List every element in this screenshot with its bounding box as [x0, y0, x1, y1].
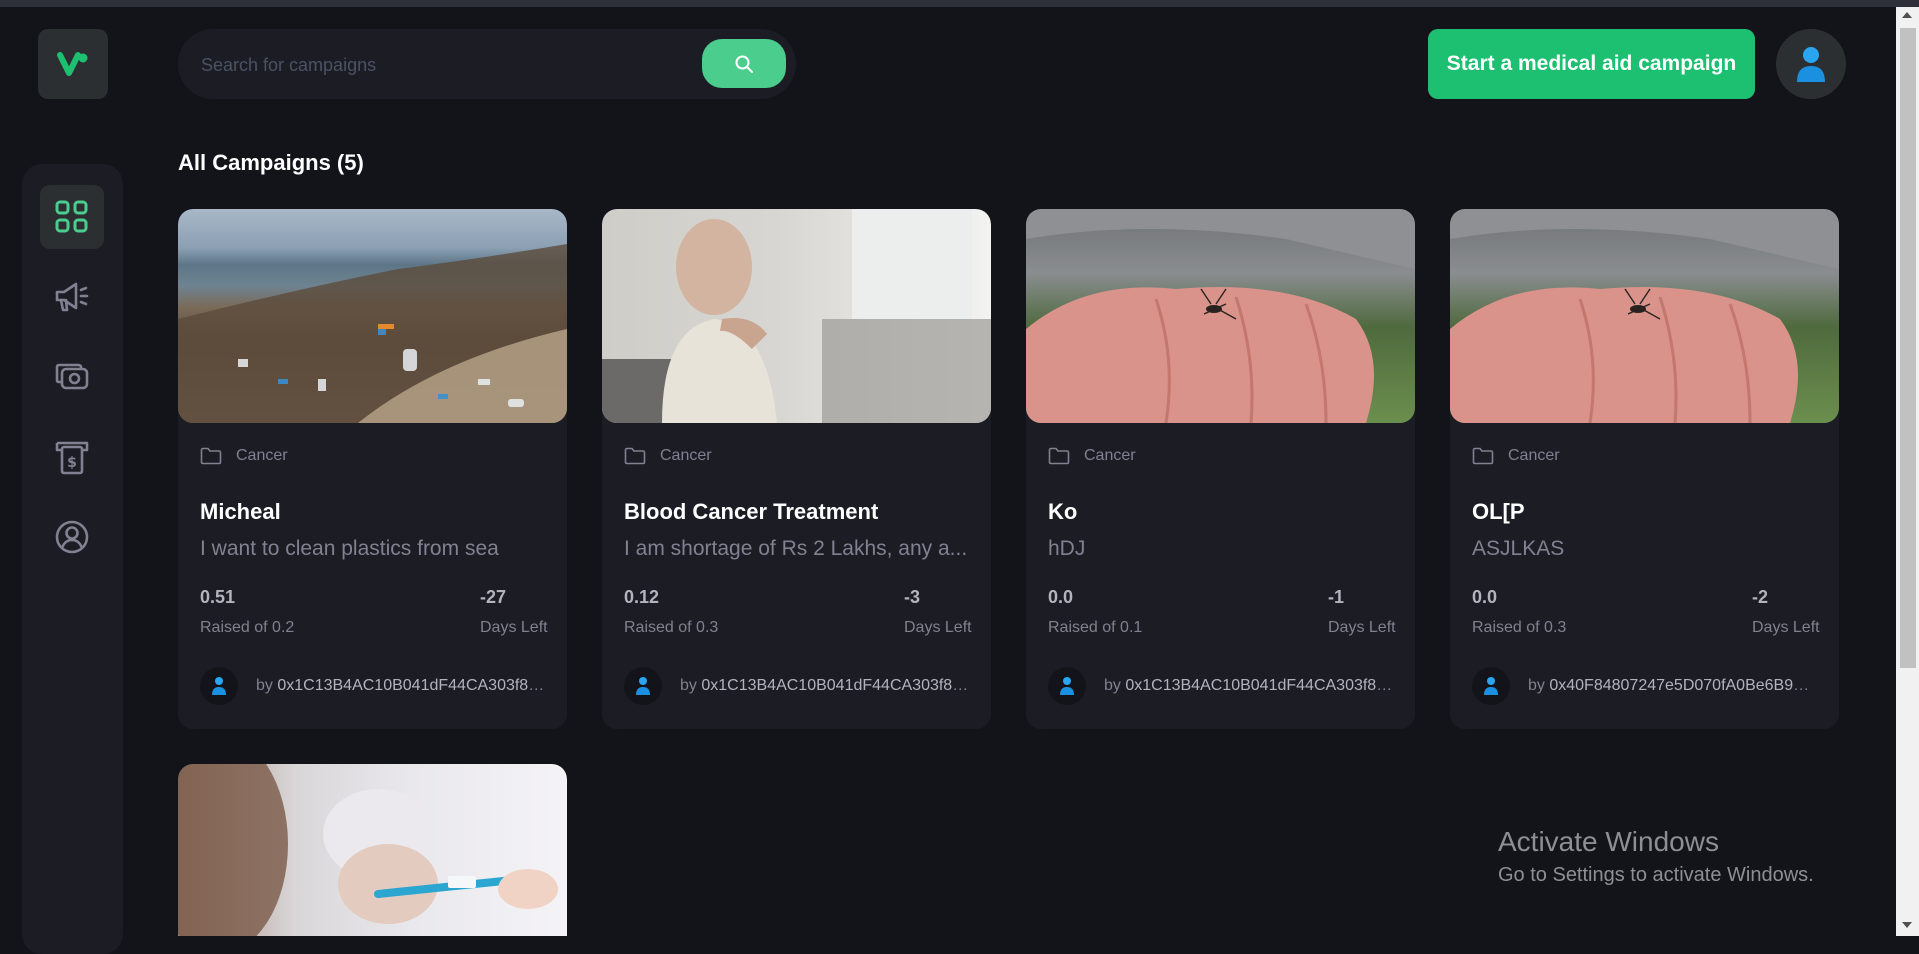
amount-raised: 0.0 [1472, 587, 1498, 607]
sidebar-item-withdraw[interactable]: $ [40, 425, 104, 489]
campaign-image [178, 764, 567, 936]
by-label: by [256, 677, 273, 694]
days-left-label: Days Left [904, 619, 972, 636]
svg-text:$: $ [67, 455, 77, 471]
days-left-label: Days Left [1752, 619, 1820, 636]
target-label: Raised of 0.1 [1048, 619, 1143, 636]
folder-icon [1472, 447, 1494, 465]
days-left-value: -1 [1328, 587, 1345, 607]
owner-address-value: 0x1C13B4AC10B041dF44CA303f83... [277, 677, 546, 694]
campaign-card[interactable]: Cancer OL[P ASJLKAS 0.0 Raised of 0.3 -2… [1450, 209, 1839, 729]
campaign-title: Blood Cancer Treatment [624, 499, 879, 524]
start-campaign-button[interactable]: Start a medical aid campaign [1428, 29, 1755, 99]
sidebar-item-dashboard[interactable] [40, 185, 104, 249]
user-icon [1797, 47, 1825, 82]
owner-address-value: 0x40F84807247e5D070fA0Be6B91D... [1549, 677, 1818, 694]
campaign-card[interactable]: Cancer Micheal I want to clean plastics … [178, 209, 567, 729]
folder-icon [1048, 447, 1070, 465]
campaign-description: I am shortage of Rs 2 Lakhs, any a... [624, 537, 968, 560]
category-label: Cancer [236, 447, 288, 464]
sidebar-item-payment[interactable] [40, 345, 104, 409]
by-label: by [1104, 677, 1121, 694]
category-row: Cancer [1472, 447, 1560, 465]
scroll-down-arrow-icon[interactable] [1902, 922, 1912, 928]
campaign-icon [55, 282, 89, 312]
search-input[interactable] [199, 29, 673, 101]
owner-address: by 0x1C13B4AC10B041dF44CA303f83... [256, 677, 546, 695]
category-label: Cancer [1508, 447, 1560, 464]
search-bar [178, 29, 796, 101]
campaign-title: Micheal [200, 499, 281, 524]
sidebar: $ [22, 164, 123, 954]
dashboard-icon [55, 200, 88, 233]
folder-icon [200, 447, 222, 465]
search-button[interactable] [702, 39, 786, 88]
campaign-title: Ko [1048, 499, 1078, 524]
amount-raised: 0.12 [624, 587, 660, 607]
owner-address-value: 0x1C13B4AC10B041dF44CA303f83... [701, 677, 970, 694]
scrollbar-thumb[interactable] [1900, 28, 1916, 668]
category-label: Cancer [660, 447, 712, 464]
owner-avatar [624, 667, 662, 705]
user-avatar-button[interactable] [1776, 29, 1846, 99]
sidebar-item-profile[interactable] [40, 505, 104, 569]
category-label: Cancer [1084, 447, 1136, 464]
owner-avatar [1472, 667, 1510, 705]
days-left-label: Days Left [480, 619, 548, 636]
campaign-image [178, 209, 567, 423]
by-label: by [1528, 677, 1545, 694]
amount-raised: 0.51 [200, 587, 236, 607]
days-left-value: -27 [480, 587, 507, 607]
sidebar-item-campaign[interactable] [40, 265, 104, 329]
user-icon [636, 677, 650, 695]
user-icon [212, 677, 226, 695]
owner-address: by 0x40F84807247e5D070fA0Be6B91D... [1528, 677, 1818, 695]
withdraw-icon: $ [55, 441, 89, 475]
section-title: All Campaigns (5) [178, 150, 364, 175]
by-label: by [680, 677, 697, 694]
watermark-title: Activate Windows [1498, 826, 1719, 857]
campaign-title: OL[P [1472, 499, 1525, 524]
target-label: Raised of 0.2 [200, 619, 295, 636]
days-left-value: -3 [904, 587, 921, 607]
campaign-description: I want to clean plastics from sea [200, 537, 499, 560]
search-icon [735, 55, 753, 73]
campaign-card[interactable]: Cancer Ko hDJ 0.0 Raised of 0.1 -1 Days … [1026, 209, 1415, 729]
campaign-card[interactable]: Cancer Blood Cancer Treatment I am short… [602, 209, 991, 729]
user-icon [1484, 677, 1498, 695]
window-top-edge [0, 0, 1919, 7]
owner-avatar [1048, 667, 1086, 705]
days-left-label: Days Left [1328, 619, 1396, 636]
days-left-value: -2 [1752, 587, 1769, 607]
app-logo[interactable] [38, 29, 108, 99]
owner-address-value: 0x1C13B4AC10B041dF44CA303f83... [1125, 677, 1394, 694]
scroll-up-arrow-icon[interactable] [1902, 12, 1912, 18]
campaign-image [1450, 209, 1839, 423]
category-row: Cancer [1048, 447, 1136, 465]
amount-raised: 0.0 [1048, 587, 1074, 607]
user-icon [1060, 677, 1074, 695]
target-label: Raised of 0.3 [624, 619, 719, 636]
owner-avatar [200, 667, 238, 705]
owner-address: by 0x1C13B4AC10B041dF44CA303f83... [680, 677, 970, 695]
profile-icon [55, 520, 89, 554]
watermark-subtitle: Go to Settings to activate Windows. [1498, 864, 1814, 886]
category-row: Cancer [624, 447, 712, 465]
logo-icon [57, 52, 88, 76]
payment-icon [55, 363, 89, 390]
campaign-description: ASJLKAS [1472, 537, 1565, 560]
activate-windows-watermark: Activate Windows Go to Settings to activ… [1498, 826, 1814, 887]
folder-icon [624, 447, 646, 465]
category-row: Cancer [200, 447, 288, 465]
owner-address: by 0x1C13B4AC10B041dF44CA303f83... [1104, 677, 1394, 695]
target-label: Raised of 0.3 [1472, 619, 1567, 636]
campaign-image [602, 209, 991, 423]
campaign-image [1026, 209, 1415, 423]
campaign-description: hDJ [1048, 537, 1086, 560]
campaign-card[interactable] [178, 764, 567, 936]
